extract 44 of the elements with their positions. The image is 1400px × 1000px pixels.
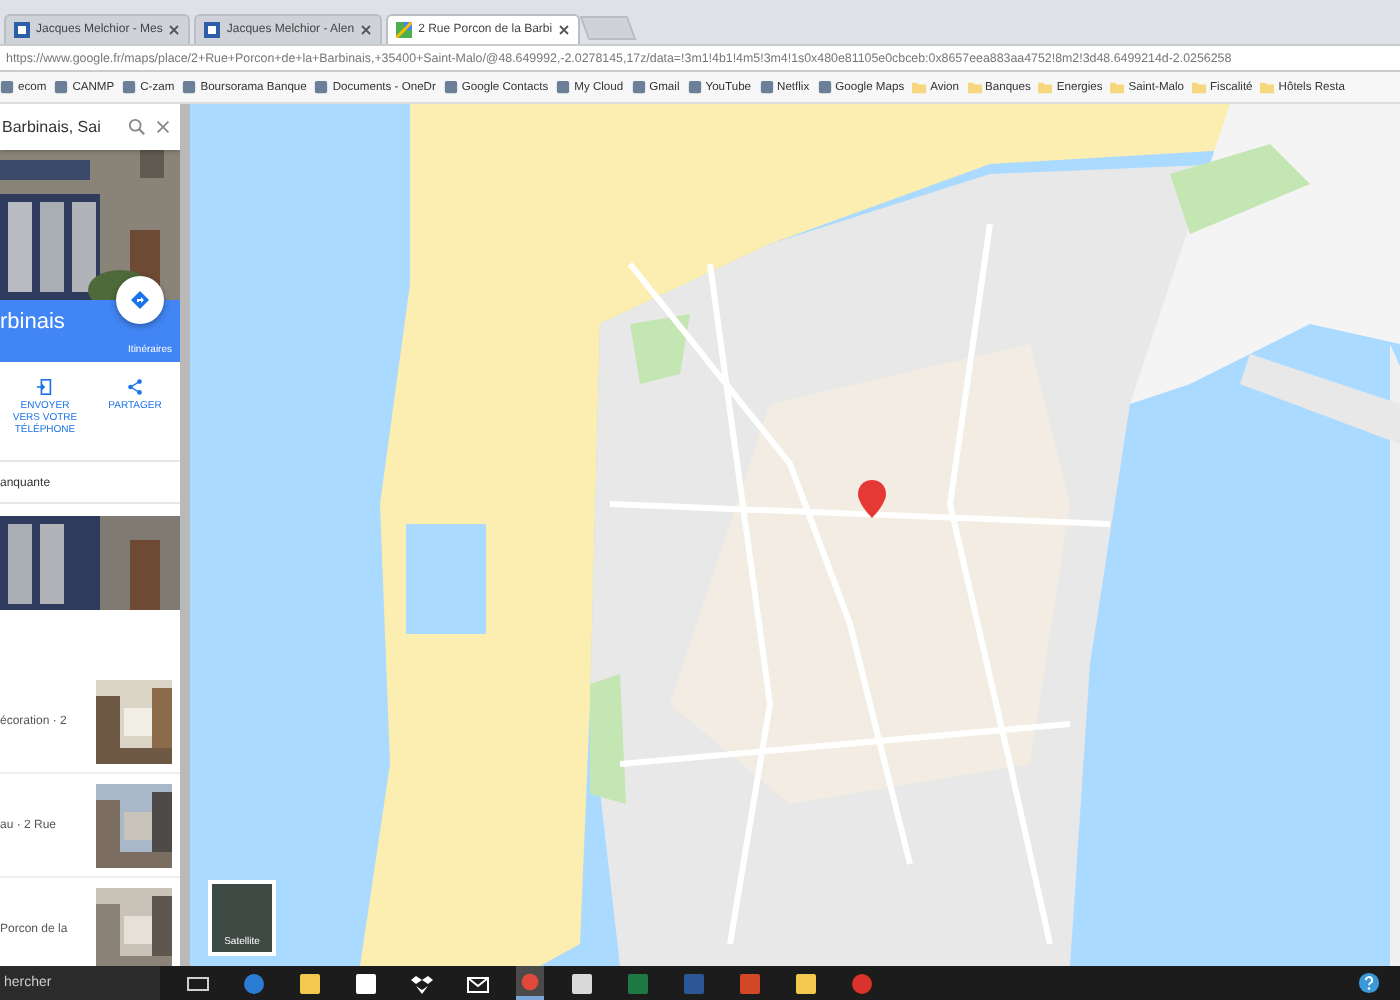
search-field[interactable]: Barbinais, Sai xyxy=(0,104,180,150)
place-title: rbinais xyxy=(0,310,65,334)
close-icon[interactable] xyxy=(154,118,172,136)
bookmark-icon xyxy=(631,80,646,94)
folder-icon xyxy=(967,80,982,94)
close-icon[interactable] xyxy=(558,24,571,36)
page-icon xyxy=(204,22,221,38)
bookmark-icon xyxy=(182,80,197,94)
bookmark-icon xyxy=(122,80,137,94)
folder-icon xyxy=(1038,80,1053,94)
bookmark-icon xyxy=(443,80,458,94)
bookmark-icon xyxy=(817,80,832,94)
help-icon[interactable] xyxy=(1358,972,1380,994)
bookmark-icon xyxy=(54,80,69,94)
directions-icon xyxy=(130,290,150,310)
folder-icon xyxy=(298,971,322,995)
folder-icon xyxy=(912,80,927,94)
share-icon xyxy=(126,378,144,396)
search-icon[interactable] xyxy=(128,118,146,136)
bookmark-icon xyxy=(556,80,571,94)
store-icon xyxy=(354,971,378,995)
phone-icon xyxy=(36,378,54,396)
calculator-icon xyxy=(570,971,594,995)
bookmark-icon xyxy=(314,80,329,94)
browser-icon xyxy=(520,969,540,993)
map-icon xyxy=(396,22,413,38)
browser-icon xyxy=(242,971,266,995)
slides-icon xyxy=(738,971,762,995)
page-icon xyxy=(14,22,30,38)
spreadsheet-icon xyxy=(626,971,650,995)
app-icon xyxy=(850,971,874,995)
bookmark-icon xyxy=(687,80,702,94)
document-icon xyxy=(682,971,706,995)
close-icon[interactable] xyxy=(168,24,181,36)
folder-icon xyxy=(1260,80,1275,94)
close-icon[interactable] xyxy=(360,24,373,36)
drive-icon xyxy=(794,971,818,995)
bookmark-icon xyxy=(0,80,14,94)
bookmark-icon xyxy=(759,80,774,94)
folder-icon xyxy=(1110,80,1125,94)
mail-icon xyxy=(466,971,490,995)
task-view-icon xyxy=(186,971,210,995)
folder-icon xyxy=(1192,80,1207,94)
box-icon xyxy=(410,971,434,995)
